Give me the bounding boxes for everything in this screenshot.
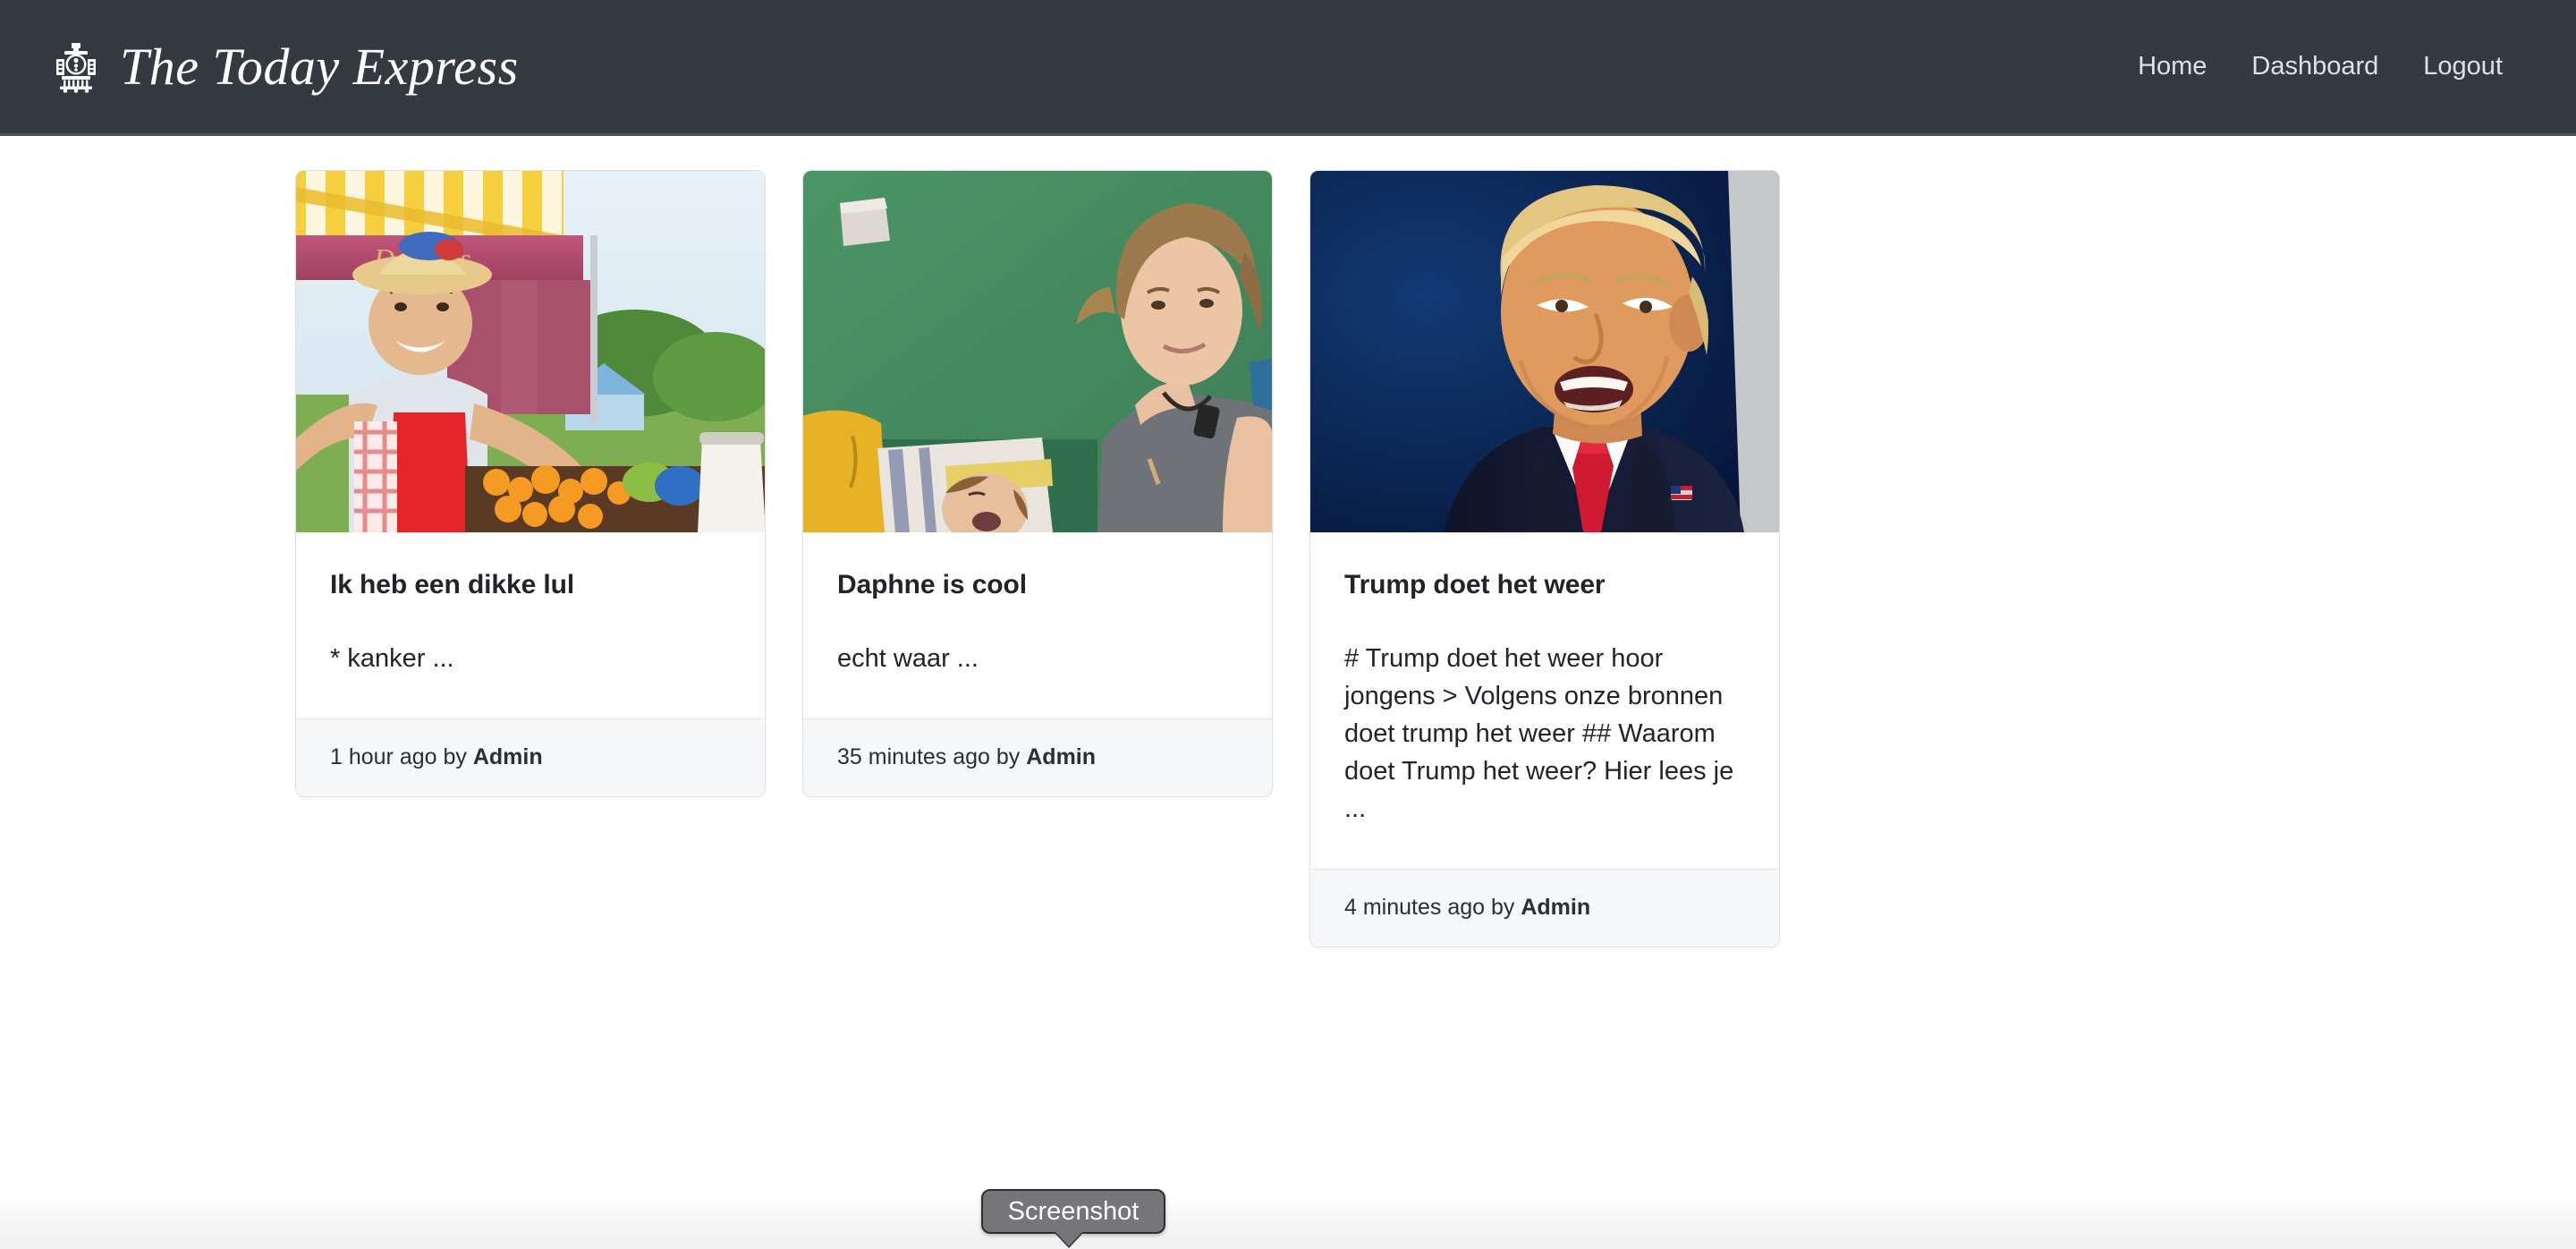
primary-nav: Home Dashboard Logout — [2138, 54, 2529, 80]
post-body: Daphne is cool echt waar ... — [803, 532, 1272, 718]
post-excerpt: * kanker ... — [330, 640, 731, 677]
post-footer: 1 hour ago by Admin — [296, 718, 765, 796]
nav-link-logout[interactable]: Logout — [2423, 54, 2503, 80]
post-time: 1 hour ago by — [330, 744, 473, 769]
main-content: Delights — [0, 136, 2576, 1249]
post-title: Trump doet het weer — [1344, 568, 1745, 602]
top-navbar: The Today Express Home Dashboard Logout — [0, 0, 2576, 136]
train-icon — [52, 41, 100, 93]
post-author: Admin — [1026, 744, 1096, 769]
post-author: Admin — [473, 744, 543, 769]
post-excerpt: # Trump doet het weer hoor jongens > Vol… — [1344, 640, 1745, 828]
post-body: Trump doet het weer # Trump doet het wee… — [1310, 532, 1779, 869]
post-title: Ik heb een dikke lul — [330, 568, 731, 602]
post-card-grid: Delights — [295, 170, 1780, 947]
post-footer: 35 minutes ago by Admin — [803, 718, 1272, 796]
post-body: Ik heb een dikke lul * kanker ... — [296, 532, 765, 718]
post-excerpt: echt waar ... — [837, 640, 1238, 677]
brand-link[interactable]: The Today Express — [52, 41, 519, 93]
post-title: Daphne is cool — [837, 568, 1238, 602]
brand-title: The Today Express — [120, 41, 519, 93]
post-card[interactable]: Trump doet het weer # Trump doet het wee… — [1309, 170, 1780, 947]
screenshot-tooltip-arrow — [1055, 1232, 1082, 1246]
post-time: 4 minutes ago by — [1344, 895, 1521, 920]
screenshot-tooltip: Screenshot — [981, 1189, 1165, 1234]
nav-link-dashboard[interactable]: Dashboard — [2251, 54, 2378, 80]
screenshot-tooltip-label: Screenshot — [1008, 1199, 1140, 1225]
post-image-market-vendor[interactable]: Delights — [296, 171, 765, 532]
post-card[interactable]: Delights — [295, 170, 766, 797]
post-image-trump-portrait[interactable] — [1310, 171, 1779, 532]
post-footer: 4 minutes ago by Admin — [1310, 869, 1779, 947]
post-author: Admin — [1521, 895, 1590, 920]
nav-link-home[interactable]: Home — [2138, 54, 2207, 80]
post-image-selfie-bedroom[interactable] — [803, 171, 1272, 532]
post-time: 35 minutes ago by — [837, 744, 1026, 769]
post-card[interactable]: Daphne is cool echt waar ... 35 minutes … — [802, 170, 1273, 797]
